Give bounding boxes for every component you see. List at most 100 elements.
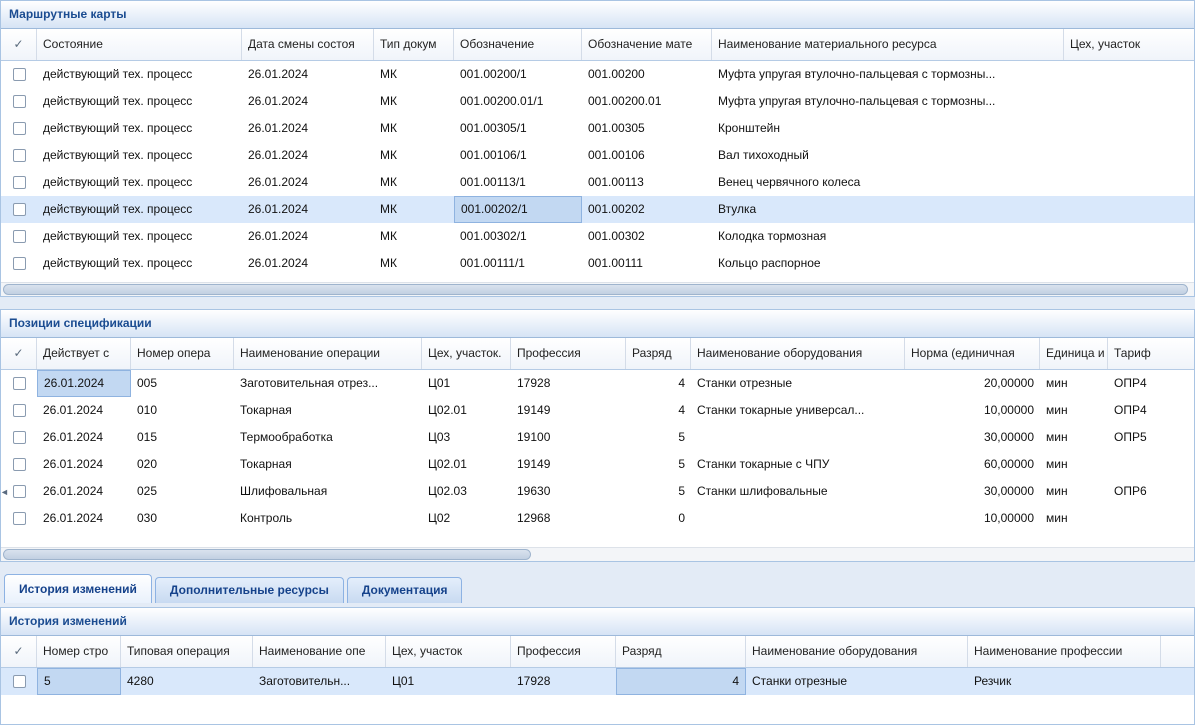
cell[interactable]: 5 [37,668,121,695]
column-header[interactable]: Состояние [37,29,242,60]
select-all-header[interactable]: ✓ [1,636,37,667]
cell[interactable]: 26.01.2024 [242,61,374,88]
column-header[interactable]: Наименование материального ресурса [712,29,1064,60]
cell[interactable]: МК [374,142,454,169]
cell[interactable]: 19149 [511,451,626,478]
cell[interactable]: 001.00113 [582,169,712,196]
cell[interactable]: 30,00000 [905,424,1040,451]
cell[interactable]: действующий тех. процесс [37,61,242,88]
column-header[interactable]: Номер опера [131,338,234,369]
cell[interactable]: мин [1040,397,1108,424]
cell[interactable]: 4280 [121,668,253,695]
row-checkbox[interactable] [13,458,26,471]
cell[interactable]: Кольцо распорное [712,250,1064,277]
cell[interactable] [691,505,905,532]
cell[interactable]: 001.00305/1 [454,115,582,142]
cell[interactable]: Резчик [968,668,1161,695]
cell[interactable]: 30,00000 [905,478,1040,505]
column-header[interactable]: Номер стро [37,636,121,667]
column-header[interactable]: Наименование профессии [968,636,1161,667]
cell[interactable]: 26.01.2024 [242,169,374,196]
table-row[interactable]: 54280Заготовительн...Ц01179284Станки отр… [1,668,1194,695]
cell[interactable]: 010 [131,397,234,424]
cell[interactable]: 030 [131,505,234,532]
cell[interactable]: Ц01 [386,668,511,695]
cell[interactable]: 26.01.2024 [37,478,131,505]
cell[interactable]: 26.01.2024 [242,250,374,277]
tab-documentation[interactable]: Документация [347,577,463,603]
cell[interactable]: 5 [626,424,691,451]
column-header[interactable]: Профессия [511,338,626,369]
row-checkbox[interactable] [13,485,26,498]
row-checkbox[interactable] [13,377,26,390]
table-row[interactable]: действующий тех. процесс26.01.2024МК001.… [1,61,1194,88]
table-row[interactable]: 26.01.2024030КонтрольЦ0212968010,00000ми… [1,505,1194,532]
cell[interactable]: 001.00200.01 [582,88,712,115]
table-row[interactable]: действующий тех. процесс26.01.2024МК001.… [1,196,1194,223]
cell[interactable]: 60,00000 [905,451,1040,478]
cell[interactable]: Кронштейн [712,115,1064,142]
cell[interactable]: ОПР5 [1108,424,1194,451]
cell[interactable] [1064,88,1194,115]
cell[interactable] [1064,115,1194,142]
cell[interactable]: МК [374,250,454,277]
cell[interactable] [1064,169,1194,196]
cell[interactable]: 005 [131,370,234,397]
table-row[interactable]: 26.01.2024005Заготовительная отрез...Ц01… [1,370,1194,397]
table-row[interactable]: действующий тех. процесс26.01.2024МК001.… [1,142,1194,169]
cell[interactable]: 001.00302/1 [454,223,582,250]
cell[interactable]: ОПР6 [1108,478,1194,505]
row-checkbox[interactable] [13,68,26,81]
column-header[interactable]: Единица и [1040,338,1108,369]
cell[interactable]: 26.01.2024 [37,424,131,451]
cell[interactable]: 17928 [511,370,626,397]
cell[interactable]: действующий тех. процесс [37,250,242,277]
cell[interactable]: 26.01.2024 [242,223,374,250]
cell[interactable]: Заготовительн... [253,668,386,695]
row-checkbox[interactable] [13,431,26,444]
cell[interactable]: 19100 [511,424,626,451]
cell[interactable]: Станки отрезные [746,668,968,695]
table-row[interactable]: 26.01.2024025ШлифовальнаяЦ02.03196305Ста… [1,478,1194,505]
cell[interactable]: 4 [626,397,691,424]
cell[interactable]: 001.00106 [582,142,712,169]
cell[interactable]: 001.00200 [582,61,712,88]
column-header[interactable]: Профессия [511,636,616,667]
column-header[interactable]: Дата смены состоя [242,29,374,60]
cell[interactable] [1064,61,1194,88]
row-checkbox[interactable] [13,95,26,108]
table-row[interactable]: действующий тех. процесс26.01.2024МК001.… [1,169,1194,196]
cell[interactable] [1064,196,1194,223]
collapse-left-icon[interactable]: ◄ [0,483,8,501]
select-all-header[interactable]: ✓ [1,29,37,60]
cell[interactable]: 26.01.2024 [37,370,131,397]
cell[interactable]: Токарная [234,397,422,424]
row-checkbox[interactable] [13,176,26,189]
cell[interactable]: 5 [626,478,691,505]
cell[interactable]: Ц02.01 [422,451,511,478]
cell[interactable]: Ц02.03 [422,478,511,505]
cell[interactable]: Ц02.01 [422,397,511,424]
row-checkbox[interactable] [13,404,26,417]
cell[interactable]: МК [374,88,454,115]
cell[interactable]: Заготовительная отрез... [234,370,422,397]
cell[interactable] [1064,223,1194,250]
cell[interactable]: Втулка [712,196,1064,223]
cell[interactable]: действующий тех. процесс [37,196,242,223]
column-header[interactable]: Наименование опе [253,636,386,667]
cell[interactable]: 001.00202/1 [454,196,582,223]
cell[interactable]: 001.00113/1 [454,169,582,196]
column-header[interactable]: Цех, участок [1064,29,1194,60]
column-header[interactable]: Обозначение мате [582,29,712,60]
cell[interactable] [691,424,905,451]
column-header[interactable]: Действует с [37,338,131,369]
scrollbar-thumb[interactable] [3,549,531,560]
cell[interactable]: 10,00000 [905,397,1040,424]
table-row[interactable]: действующий тех. процесс26.01.2024МК001.… [1,223,1194,250]
cell[interactable] [1064,142,1194,169]
cell[interactable]: ОПР4 [1108,397,1194,424]
row-checkbox[interactable] [13,257,26,270]
cell[interactable]: Шлифовальная [234,478,422,505]
column-header[interactable]: Тип докум [374,29,454,60]
select-all-header[interactable]: ✓ [1,338,37,369]
